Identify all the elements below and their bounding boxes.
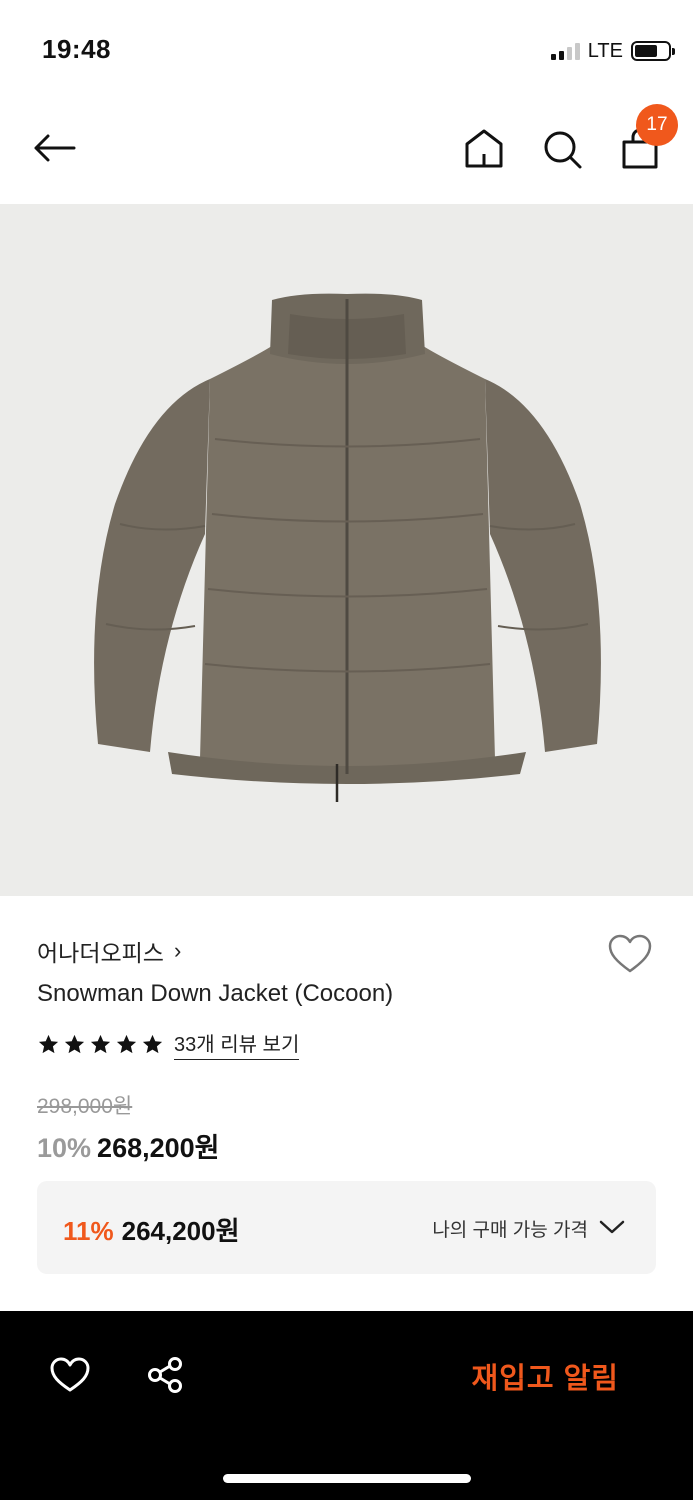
brand-name: 어나더오피스 bbox=[37, 940, 164, 966]
wishlist-button[interactable] bbox=[606, 930, 654, 978]
product-name: Snowman Down Jacket (Cocoon) bbox=[37, 980, 394, 1007]
restock-alert-button[interactable]: 재입고 알림 bbox=[472, 1355, 619, 1397]
price-row: 10% 268,200원 bbox=[37, 1126, 220, 1165]
rating-row: 33개 리뷰 보기 bbox=[37, 1028, 300, 1060]
signal-icon bbox=[550, 42, 580, 60]
home-indicator[interactable] bbox=[223, 1474, 471, 1483]
my-price: 264,200원 bbox=[121, 1216, 240, 1246]
star-icon bbox=[116, 1034, 137, 1053]
my-price-label: 나의 구매 가능 가격 bbox=[432, 1220, 588, 1241]
sale-price: 268,200원 bbox=[97, 1133, 220, 1163]
back-arrow-icon bbox=[34, 134, 76, 162]
status-bar: 19:48 LTE bbox=[0, 0, 693, 100]
top-navigation bbox=[0, 100, 693, 204]
discount-rate: 10% bbox=[37, 1133, 92, 1163]
bottom-action-bar: 재입고 알림 bbox=[0, 1311, 693, 1500]
product-image[interactable] bbox=[0, 204, 693, 896]
battery-icon bbox=[631, 41, 675, 61]
home-icon bbox=[465, 129, 503, 168]
jacket-image bbox=[94, 293, 601, 802]
status-time: 19:48 bbox=[42, 34, 111, 64]
my-price-values: 11% 264,200원 bbox=[63, 1211, 240, 1248]
heart-icon bbox=[608, 934, 652, 973]
search-button[interactable] bbox=[540, 126, 584, 172]
review-link[interactable]: 33개 리뷰 보기 bbox=[174, 1028, 300, 1060]
my-price-dropdown[interactable]: 11% 264,200원 나의 구매 가능 가격 bbox=[37, 1181, 656, 1274]
star-icon bbox=[64, 1034, 85, 1053]
chevron-down-icon bbox=[599, 1220, 625, 1234]
share-icon bbox=[148, 1357, 182, 1393]
star-icon bbox=[90, 1034, 111, 1053]
original-price: 298,000원 bbox=[37, 1095, 133, 1118]
heart-icon bbox=[50, 1357, 90, 1392]
star-icon bbox=[142, 1034, 163, 1053]
my-discount-rate: 11% bbox=[63, 1216, 114, 1246]
network-label: LTE bbox=[587, 39, 623, 62]
brand-link[interactable]: 어나더오피스 › bbox=[37, 934, 181, 968]
home-button[interactable] bbox=[462, 126, 506, 172]
bottom-wishlist-button[interactable] bbox=[48, 1355, 92, 1395]
status-indicators: LTE bbox=[550, 38, 675, 64]
chevron-right-icon: › bbox=[173, 938, 182, 963]
back-button[interactable] bbox=[32, 126, 84, 170]
star-icon bbox=[38, 1034, 59, 1053]
search-icon bbox=[544, 131, 582, 169]
rating-stars bbox=[37, 1033, 164, 1056]
cart-count-badge: 17 bbox=[636, 104, 678, 146]
share-button[interactable] bbox=[146, 1355, 186, 1395]
